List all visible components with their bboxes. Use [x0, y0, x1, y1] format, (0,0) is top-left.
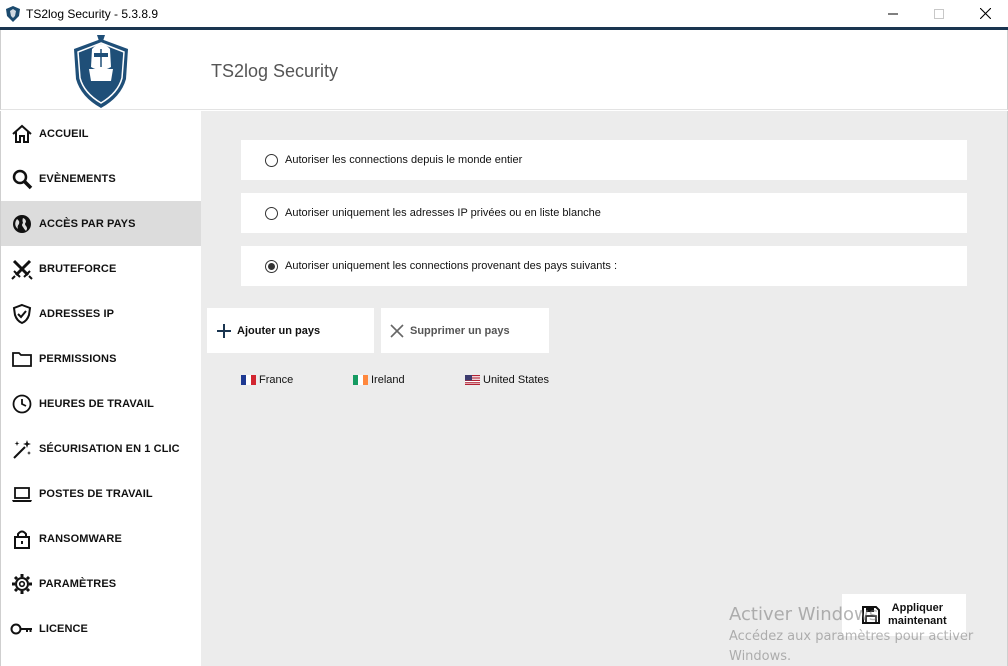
minimize-icon	[888, 13, 898, 14]
knight-shield-logo	[71, 33, 131, 109]
clock-icon	[1, 393, 39, 415]
sidebar-item-evenements[interactable]: EVÈNEMENTS	[1, 156, 201, 201]
sidebar-item-parametres[interactable]: PARAMÈTRES	[1, 561, 201, 606]
remove-country-label: Supprimer un pays	[410, 324, 510, 337]
apply-label-line2: maintenant	[888, 615, 947, 627]
search-icon	[1, 168, 39, 190]
country-name: Ireland	[371, 374, 405, 386]
radio-dot	[268, 262, 275, 270]
sidebar-item-label: BRUTEFORCE	[39, 262, 117, 275]
x-icon	[390, 323, 404, 338]
sidebar-item-label: PARAMÈTRES	[39, 577, 117, 590]
sidebar-item-label: POSTES DE TRAVAIL	[39, 487, 153, 500]
radio-button-selected[interactable]	[265, 259, 278, 273]
country-name: France	[259, 374, 294, 386]
sidebar-item-label: EVÈNEMENTS	[39, 172, 116, 185]
crossed-swords-icon	[1, 258, 39, 280]
sidebar-item-bruteforce[interactable]: BRUTEFORCE	[1, 246, 201, 291]
maximize-button[interactable]	[916, 0, 962, 27]
option-allow-private-whitelist[interactable]: Autoriser uniquement les adresses IP pri…	[241, 193, 967, 233]
flag-france-icon	[241, 375, 256, 385]
apply-now-button[interactable]: Appliquer maintenant	[842, 594, 966, 636]
sidebar-item-postes-de-travail[interactable]: POSTES DE TRAVAIL	[1, 471, 201, 516]
remove-country-button[interactable]: Supprimer un pays	[381, 308, 549, 353]
main-content: Autoriser les connections depuis le mond…	[201, 111, 1008, 666]
option-allow-worldwide[interactable]: Autoriser les connections depuis le mond…	[241, 140, 967, 180]
option-label: Autoriser uniquement les adresses IP pri…	[285, 207, 601, 219]
country-list: France Ireland United States	[241, 374, 549, 386]
shield-check-icon	[1, 303, 39, 325]
sidebar-item-label: ACCÈS PAR PAYS	[39, 217, 136, 230]
country-item-france[interactable]: France	[241, 374, 353, 386]
close-icon	[979, 8, 991, 19]
close-button[interactable]	[962, 0, 1008, 27]
sidebar-item-securisation-1-clic[interactable]: SÉCURISATION EN 1 CLIC	[1, 426, 201, 471]
sidebar-item-licence[interactable]: LICENCE	[1, 606, 201, 651]
maximize-icon	[934, 8, 944, 19]
country-item-united-states[interactable]: United States	[465, 374, 549, 386]
key-icon	[1, 618, 39, 640]
sidebar-item-permissions[interactable]: PERMISSIONS	[1, 336, 201, 381]
app-shield-icon	[6, 5, 20, 22]
sidebar-item-adresses-ip[interactable]: ADRESSES IP	[1, 291, 201, 336]
add-country-button[interactable]: Ajouter un pays	[207, 308, 374, 353]
folder-icon	[1, 348, 39, 370]
option-label: Autoriser les connections depuis le mond…	[285, 154, 523, 166]
sidebar-item-label: ADRESSES IP	[39, 307, 115, 320]
sidebar: ACCUEIL EVÈNEMENTS ACCÈS PAR PAYS BRUTEF…	[0, 111, 201, 666]
sidebar-item-label: LICENCE	[39, 622, 88, 635]
sidebar-item-heures-de-travail[interactable]: HEURES DE TRAVAIL	[1, 381, 201, 426]
minimize-button[interactable]	[870, 0, 916, 27]
apply-label-line1: Appliquer	[891, 602, 944, 614]
sidebar-item-label: ACCUEIL	[39, 127, 89, 140]
globe-icon	[1, 213, 39, 235]
flag-ireland-icon	[353, 375, 368, 385]
magic-wand-icon	[1, 438, 39, 460]
title-bar: TS2log Security - 5.3.8.9	[0, 0, 1008, 27]
lock-icon	[1, 528, 39, 550]
radio-button[interactable]	[265, 153, 278, 167]
home-icon	[1, 123, 39, 145]
option-allow-selected-countries[interactable]: Autoriser uniquement les connections pro…	[241, 246, 967, 286]
country-item-ireland[interactable]: Ireland	[353, 374, 465, 386]
header-app-name: TS2log Security	[211, 61, 339, 81]
sidebar-item-accueil[interactable]: ACCUEIL	[1, 111, 201, 156]
laptop-icon	[1, 483, 39, 505]
window-controls	[870, 0, 1008, 27]
plus-icon	[217, 323, 231, 338]
sidebar-item-label: PERMISSIONS	[39, 352, 117, 365]
add-country-label: Ajouter un pays	[237, 324, 321, 337]
sidebar-item-label: SÉCURISATION EN 1 CLIC	[39, 442, 180, 455]
window-title: TS2log Security - 5.3.8.9	[26, 6, 159, 21]
option-label: Autoriser uniquement les connections pro…	[285, 260, 618, 272]
country-name: United States	[483, 374, 550, 386]
save-icon	[862, 606, 880, 624]
gear-icon	[1, 573, 39, 595]
sidebar-item-acces-par-pays[interactable]: ACCÈS PAR PAYS	[1, 201, 201, 246]
app-header: TS2log Security	[0, 30, 1008, 110]
sidebar-item-label: RANSOMWARE	[39, 532, 122, 545]
radio-button[interactable]	[265, 206, 278, 220]
sidebar-item-label: HEURES DE TRAVAIL	[39, 397, 154, 410]
sidebar-item-ransomware[interactable]: RANSOMWARE	[1, 516, 201, 561]
apply-now-label: Appliquer maintenant	[888, 602, 947, 628]
flag-us-icon	[465, 375, 480, 385]
